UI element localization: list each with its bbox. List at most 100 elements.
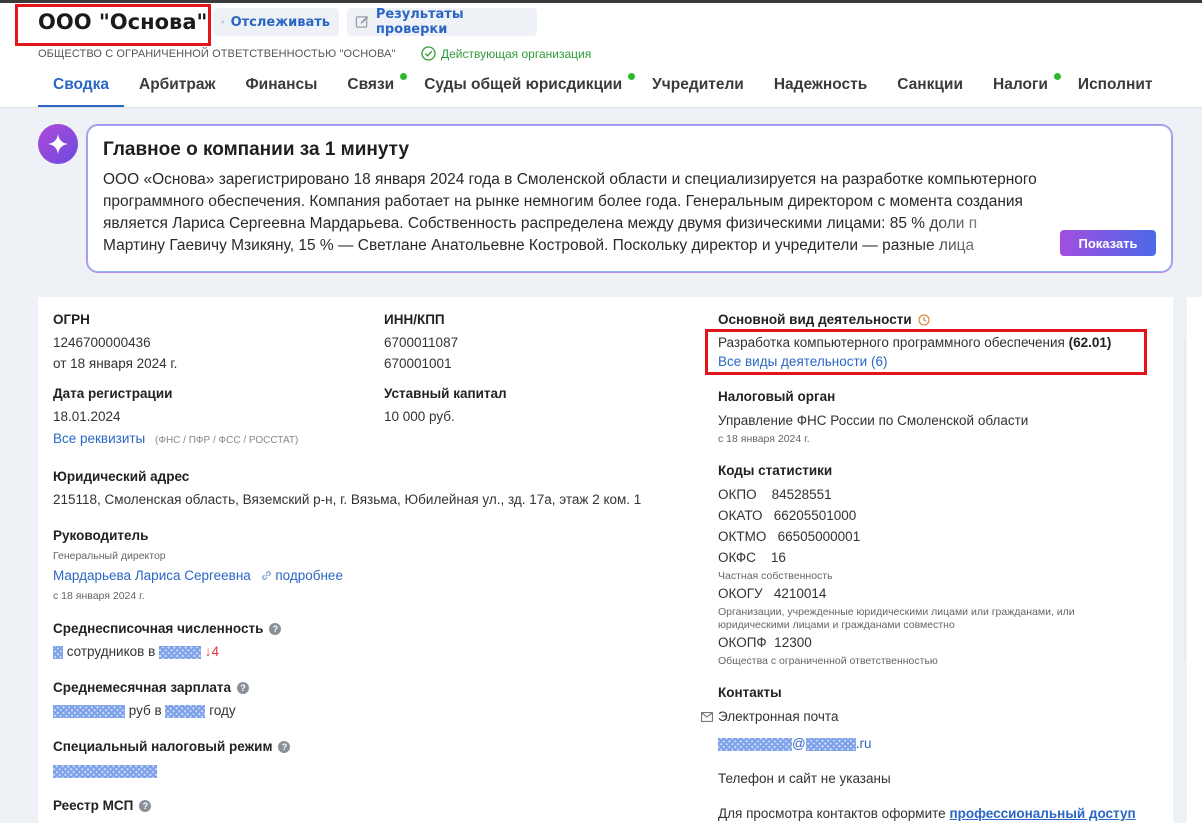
hidden-value (53, 645, 63, 659)
tab-label: Налоги (993, 76, 1048, 93)
okopf-note: Общества с ограниченной ответственностью (718, 655, 938, 667)
head-more-link[interactable]: подробнее (261, 568, 343, 583)
email-label: Электронная почта (718, 709, 839, 724)
head-since: с 18 января 2024 г. (53, 590, 145, 602)
tab-arbitrazh[interactable]: Арбитраж (124, 68, 230, 107)
inn-value: 6700011087 (384, 335, 459, 350)
tax-regime-label: Специальный налоговый режим? (53, 739, 291, 754)
salary-text-2: году (209, 703, 236, 718)
clock-icon[interactable] (918, 313, 930, 326)
inn-kpp-label: ИНН/КПП (384, 312, 445, 327)
okato-row: ОКАТО 66205501000 (718, 508, 857, 523)
ogrn-value: 1246700000436 (53, 335, 151, 350)
oktmo-row: ОКТМО 66505000001 (718, 529, 861, 544)
staff-value: сотрудников в ↓4 (53, 644, 219, 659)
pro-access-text: Для просмотра контактов оформите (718, 806, 946, 821)
okogu-note-1: Организации, учрежденные юридическими ли… (718, 606, 1075, 618)
page-header: ООО "Основа" Отслеживать Результаты пров… (0, 3, 1202, 108)
email-at: @ (792, 736, 806, 751)
head-row: Мардарьева Лариса Сергеевна подробнее (53, 568, 343, 583)
mail-icon (701, 712, 713, 722)
staff-label: Среднесписочная численность? (53, 621, 282, 636)
staff-label-text: Среднесписочная численность (53, 621, 264, 636)
show-more-button[interactable]: Показать (1060, 230, 1156, 256)
okpo-row: ОКПО 84528551 (718, 487, 832, 502)
help-icon[interactable]: ? (269, 622, 282, 635)
ogrn-label: ОГРН (53, 312, 90, 327)
tab-nalogi[interactable]: Налоги (978, 68, 1063, 107)
all-requisites-link[interactable]: Все реквизиты (53, 431, 145, 446)
address-value: 215118, Смоленская область, Вяземский р-… (53, 492, 642, 507)
okfs-note: Частная собственность (718, 570, 833, 582)
link-icon (261, 571, 271, 580)
okfs-row: ОКФС 16 (718, 550, 786, 565)
pro-access-link[interactable]: профессиональный доступ (949, 806, 1135, 821)
tabs-bar: Сводка Арбитраж Финансы Связи Суды общей… (38, 68, 1167, 108)
kpp-value: 670001001 (384, 356, 452, 371)
tax-regime-label-text: Специальный налоговый режим (53, 739, 273, 754)
check-results-label: Результаты проверки (375, 7, 464, 37)
tab-svyazi[interactable]: Связи (332, 68, 409, 107)
capital-value: 10 000 руб. (384, 409, 455, 424)
salary-label-text: Среднемесячная зарплата (53, 680, 232, 695)
hidden-value (718, 737, 792, 751)
reg-date-value: 18.01.2024 (53, 409, 121, 424)
track-label: Отслеживать (230, 14, 330, 30)
tab-label: Финансы (245, 76, 318, 93)
help-icon[interactable]: ? (237, 681, 250, 694)
tab-uchrediteli[interactable]: Учредители (637, 68, 759, 107)
check-results-button[interactable]: Результаты проверки (347, 7, 537, 37)
staff-text: сотрудников в (66, 644, 156, 659)
tax-office-since: с 18 января 2024 г. (718, 433, 810, 445)
activity-label: Основной вид деятельности (718, 312, 930, 327)
requisites-note: (ФНС / ПФР / ФСС / РОССТАТ) (155, 435, 299, 446)
new-dot (1053, 73, 1061, 80)
help-icon[interactable]: ? (278, 740, 291, 753)
company-details-card: ОГРН 1246700000436 от 18 января 2024 г. … (38, 297, 1173, 823)
address-label: Юридический адрес (53, 469, 190, 484)
status-text: Действующая организация (441, 46, 592, 61)
head-name-link[interactable]: Мардарьева Лариса Сергеевна (53, 568, 251, 583)
help-icon[interactable]: ? (139, 799, 152, 812)
staff-change: ↓4 (204, 644, 220, 659)
edit-icon (355, 15, 369, 28)
okogu-row: ОКОГУ 4210014 (718, 586, 827, 601)
highlight-activity (705, 329, 1147, 375)
ai-summary-line: ООО «Основа» зарегистрировано 18 января … (103, 171, 1037, 188)
salary-label: Среднемесячная зарплата? (53, 680, 250, 695)
msp-label-text: Реестр МСП (53, 798, 134, 813)
email-tld: .ru (855, 736, 872, 751)
tab-label: Связи (347, 76, 395, 93)
okogu-note-2: юридическими лицами и гражданами совмест… (718, 619, 955, 631)
new-dot (628, 73, 636, 80)
side-panel-card (1184, 340, 1202, 660)
tab-finansy[interactable]: Финансы (230, 68, 332, 107)
reg-date-label: Дата регистрации (53, 386, 173, 401)
tab-label: Суды общей юрисдикции (424, 76, 623, 93)
okopf-row: ОКОПФ 12300 (718, 635, 812, 650)
hidden-value (159, 645, 202, 659)
check-circle-icon (421, 46, 436, 61)
email-value[interactable]: @ .ru (718, 736, 871, 751)
tab-label: Сводка (53, 76, 109, 93)
contacts-label: Контакты (718, 685, 782, 700)
head-label: Руководитель (53, 528, 149, 543)
tab-sudy[interactable]: Суды общей юрисдикции (409, 68, 637, 107)
stats-label: Коды статистики (718, 463, 833, 478)
track-button[interactable]: Отслеживать (213, 8, 339, 36)
pro-access-row: Для просмотра контактов оформите професс… (718, 806, 1136, 821)
tab-label: Арбитраж (139, 76, 216, 93)
highlight-title (15, 4, 211, 46)
salary-text-1: руб в (128, 703, 162, 718)
tab-nadezhnost[interactable]: Надежность (759, 68, 882, 107)
ogrn-date: от 18 января 2024 г. (53, 356, 178, 371)
tab-sanktsii[interactable]: Санкции (882, 68, 978, 107)
tabs-divider (0, 107, 1202, 108)
tax-regime-value (53, 763, 157, 778)
ai-summary-title: Главное о компании за 1 минуту (103, 139, 410, 160)
head-role: Генеральный директор (53, 550, 166, 562)
msp-label: Реестр МСП? (53, 798, 152, 813)
tab-ispolnit[interactable]: Исполнит (1063, 68, 1168, 107)
company-status: Действующая организация (421, 46, 591, 61)
tab-svodka[interactable]: Сводка (38, 68, 124, 107)
